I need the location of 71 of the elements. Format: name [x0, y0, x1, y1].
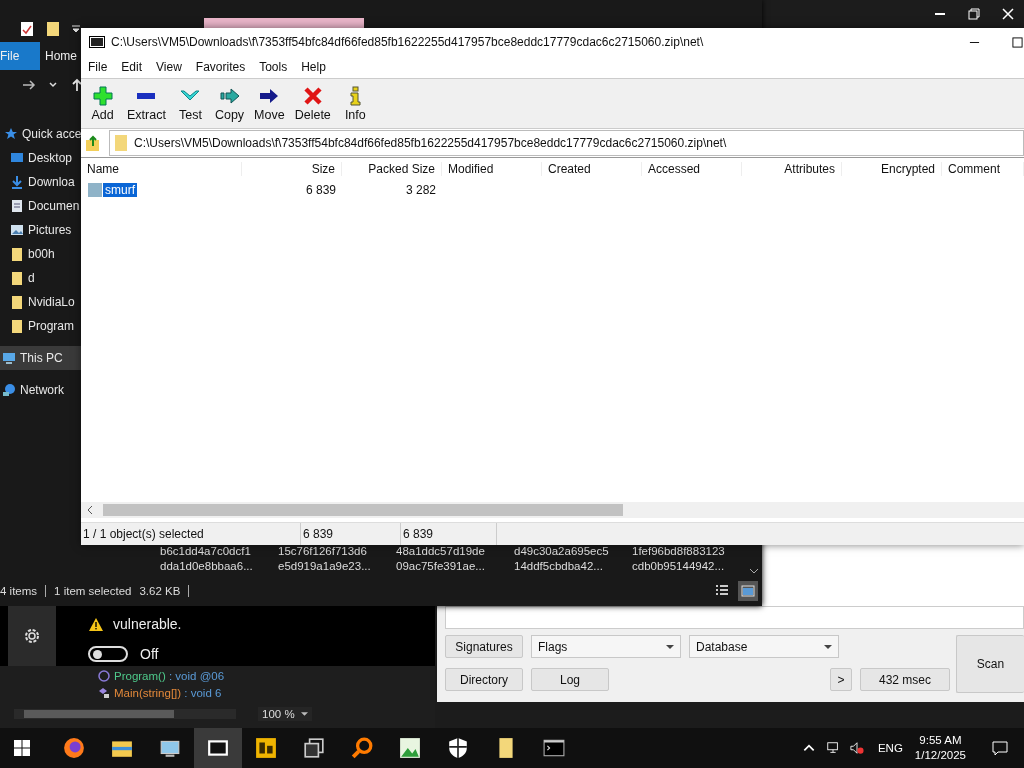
- flags-dropdown[interactable]: Flags: [531, 635, 681, 658]
- database-dropdown[interactable]: Database: [689, 635, 839, 658]
- menu-item[interactable]: Edit: [121, 60, 143, 74]
- nav-item[interactable]: Network: [0, 378, 81, 402]
- hash-cell-text: 48a1ddc57d19de: [396, 544, 486, 559]
- more-button[interactable]: >: [830, 668, 852, 691]
- nav-item[interactable]: Quick acce: [0, 122, 81, 146]
- code-line: Main(string[]) : void 6: [114, 686, 222, 699]
- toolbar-button[interactable]: Info: [337, 85, 373, 122]
- nav-item[interactable]: Pictures: [0, 218, 81, 242]
- language-indicator[interactable]: ENG: [877, 742, 903, 754]
- hash-cell-text: d49c30a2a695ec5: [514, 544, 610, 559]
- toolbar-button[interactable]: Move: [251, 85, 288, 122]
- directory-button[interactable]: Directory: [445, 668, 523, 691]
- column-header[interactable]: Encrypted: [842, 162, 942, 176]
- file-name[interactable]: smurf: [103, 183, 137, 197]
- hash-cell-text: dda1d0e8bbaa6...: [160, 559, 254, 574]
- toggle-label: Off: [140, 646, 159, 662]
- hash-cell-text: 1fef96bd8f883123: [632, 544, 726, 559]
- column-header[interactable]: Name: [81, 162, 242, 176]
- toolbar-button[interactable]: Add: [85, 85, 120, 122]
- toolbar-button[interactable]: Extract: [124, 85, 169, 122]
- column-header[interactable]: Attributes: [742, 162, 842, 176]
- nav-item[interactable]: d: [0, 266, 81, 290]
- column-header[interactable]: Modified: [442, 162, 542, 176]
- selection-status: 1 item selected: [54, 585, 132, 597]
- menu-item[interactable]: Help: [301, 60, 326, 74]
- column-header[interactable]: Packed Size: [342, 162, 442, 176]
- menu-item[interactable]: Tools: [259, 60, 288, 74]
- log-button[interactable]: Log: [531, 668, 609, 691]
- column-header[interactable]: Comment: [942, 162, 1024, 176]
- nav-item[interactable]: Downloa: [0, 170, 81, 194]
- hash-cell-text: 09ac75fe391ae...: [396, 559, 486, 574]
- table-cell-text: 3 282: [404, 183, 437, 197]
- scan-button[interactable]: Scan: [956, 635, 1024, 693]
- nav-item[interactable]: Program: [0, 314, 81, 338]
- status-text: 1 / 1 object(s) selected: [81, 523, 301, 545]
- status-text: 6 839: [301, 523, 401, 545]
- hash-cell-text: b6c1dd4a7c0dcf1: [160, 544, 252, 559]
- warning-text: vulnerable.: [113, 616, 182, 632]
- toolbar-button[interactable]: Test: [172, 85, 208, 122]
- menu-item[interactable]: Favorites: [195, 60, 246, 74]
- nav-item[interactable]: b00h: [0, 242, 81, 266]
- signatures-button[interactable]: Signatures: [445, 635, 523, 658]
- toolbar-button[interactable]: Delete: [291, 85, 334, 122]
- hash-cell-text: cdb0b95144942...: [632, 559, 726, 574]
- window-title: C:\Users\VM5\Downloads\f\7353ff54bfc84df66fed85fb1622255d417957bce8eddc17779cdac6c2715060.zip\net\: [111, 35, 704, 49]
- hash-cell-text: 15c76f126f713d6: [278, 544, 368, 559]
- nav-item[interactable]: This PC: [0, 346, 81, 370]
- ribbon-tab[interactable]: File: [0, 42, 40, 70]
- clock[interactable]: 9:55 AM 1/12/2025: [914, 733, 966, 763]
- nav-item[interactable]: NvidiaLo: [0, 290, 81, 314]
- table-cell-text: 6 839: [304, 183, 337, 197]
- address-field[interactable]: C:\Users\VM5\Downloads\f\7353ff54bfc84df66fed85fb1622255d417957bce8eddc17779cdac6c2715060.zip\net\: [109, 130, 1024, 156]
- status-text: 6 839: [401, 523, 497, 545]
- zoom-dropdown[interactable]: 100 %: [258, 707, 312, 721]
- item-count: 4 items: [0, 585, 38, 597]
- nav-item[interactable]: Desktop: [0, 146, 81, 170]
- column-header[interactable]: Created: [542, 162, 642, 176]
- column-header[interactable]: Size: [242, 162, 342, 176]
- toolbar-button[interactable]: Copy: [211, 85, 248, 122]
- hash-cell-text: 14ddf5cbdba42...: [514, 559, 604, 574]
- selection-size: 3.62 KB: [139, 585, 181, 597]
- code-line: Program() : void @06: [114, 669, 225, 682]
- nav-item[interactable]: Documen: [0, 194, 81, 218]
- timing-button[interactable]: 432 msec: [860, 668, 950, 691]
- column-header[interactable]: Accessed: [642, 162, 742, 176]
- hash-cell-text: e5d919a1a9e23...: [278, 559, 372, 574]
- menu-item[interactable]: File: [88, 60, 108, 74]
- menu-item[interactable]: View: [156, 60, 182, 74]
- ribbon-tab[interactable]: Home: [40, 42, 77, 70]
